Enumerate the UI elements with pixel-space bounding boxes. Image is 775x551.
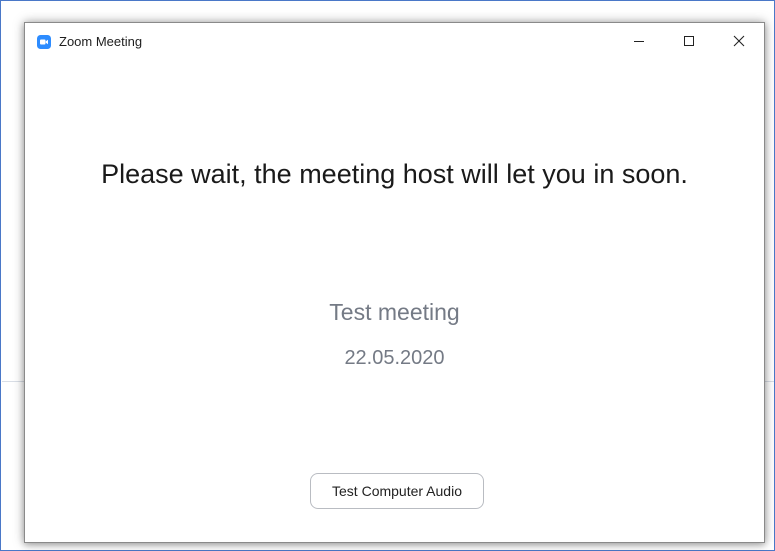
close-icon — [733, 35, 745, 47]
zoom-video-camera-icon — [37, 35, 51, 49]
minimize-button[interactable] — [614, 23, 664, 59]
minimize-icon — [633, 35, 645, 47]
waiting-message: Please wait, the meeting host will let y… — [101, 159, 688, 189]
close-button[interactable] — [714, 23, 764, 59]
window-controls — [614, 23, 764, 61]
meeting-date: 22.05.2020 — [344, 347, 445, 369]
test-computer-audio-button[interactable]: Test Computer Audio — [310, 473, 484, 509]
window-titlebar[interactable]: Zoom Meeting — [25, 23, 764, 61]
meeting-title: Test meeting — [329, 299, 460, 325]
window-title: Zoom Meeting — [59, 34, 143, 49]
maximize-button[interactable] — [664, 23, 714, 59]
zoom-meeting-window: Zoom Meeting Please wait, the meeting ho… — [24, 22, 765, 543]
maximize-icon — [683, 35, 695, 47]
